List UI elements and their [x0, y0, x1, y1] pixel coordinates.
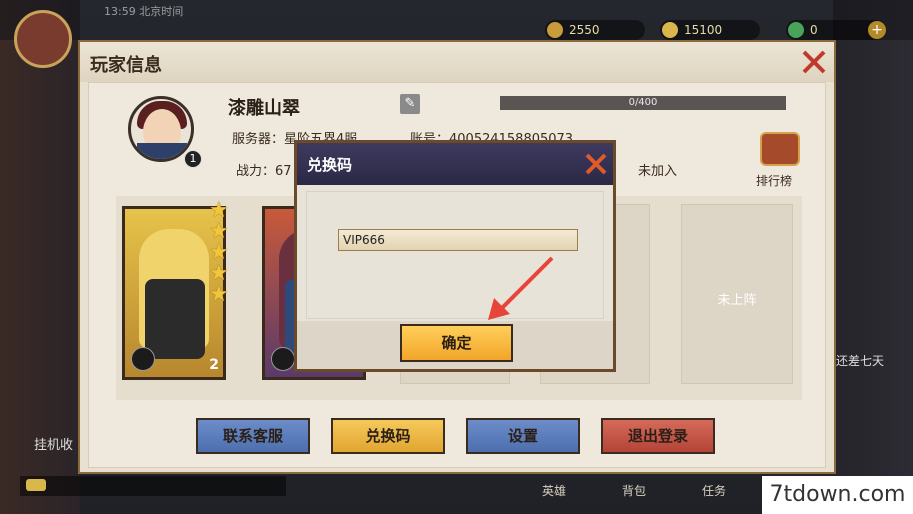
logout-button[interactable]: 退出登录 — [601, 418, 715, 454]
exp-text: 0/400 — [628, 97, 658, 108]
power-info: 战力：67 — [236, 160, 292, 179]
dialog-header: 兑换码 — [297, 143, 613, 185]
element-icon — [131, 347, 155, 371]
lineup-slot-5[interactable]: 未上阵 — [681, 204, 793, 384]
chat-icon — [26, 479, 46, 491]
background-right-scene — [833, 0, 913, 514]
exp-bar: 0/400 — [500, 96, 786, 110]
resource-gold: 15100 — [660, 20, 760, 40]
watermark: 7tdown.com — [762, 476, 913, 514]
idle-reward-label[interactable]: 挂机收 — [34, 434, 73, 453]
star-rating: ★ ★ ★ ★ ★ — [209, 198, 233, 307]
player-avatar[interactable] — [128, 96, 194, 162]
nav-bag[interactable]: 背包 — [622, 482, 646, 499]
top-avatar[interactable] — [14, 10, 72, 68]
chat-bar[interactable] — [20, 476, 286, 496]
star-icon: ★ — [209, 198, 229, 223]
edit-name-icon[interactable]: ✎ — [400, 94, 420, 114]
hero-count: 2 — [209, 357, 219, 373]
star-icon: ★ — [209, 240, 229, 265]
nav-task[interactable]: 任务 — [702, 482, 726, 499]
add-currency-button[interactable]: + — [868, 21, 886, 39]
power-value: 67 — [275, 164, 292, 179]
panel-title: 玩家信息 — [90, 55, 162, 76]
dialog-body — [306, 191, 604, 319]
star-icon: ★ — [209, 282, 229, 307]
slot-empty-label: 未上阵 — [717, 293, 757, 308]
settings-button[interactable]: 设置 — [466, 418, 580, 454]
element-icon — [271, 347, 295, 371]
server-label: 服务器： — [232, 132, 285, 147]
player-level-badge: 1 — [184, 150, 202, 168]
player-name: 漆雕山翠 — [228, 98, 300, 119]
ranking-label: 排行榜 — [756, 174, 793, 188]
coin-icon — [547, 22, 563, 38]
ranking-icon — [760, 132, 800, 166]
star-icon: ★ — [209, 261, 229, 286]
close-icon[interactable] — [583, 151, 609, 177]
ranking-button[interactable]: 排行榜 — [752, 132, 808, 188]
dialog-title: 兑换码 — [307, 156, 353, 174]
confirm-button[interactable]: 确定 — [400, 324, 513, 362]
resource-coins-value: 2550 — [569, 23, 600, 37]
resource-gem-value: 0 — [810, 23, 818, 37]
guild-value: 未加入 — [638, 164, 678, 179]
hero-body — [145, 279, 205, 359]
panel-header: 玩家信息 — [80, 42, 834, 82]
gem-icon — [788, 22, 804, 38]
clock-text: 13:59 北京时间 — [104, 5, 184, 18]
redeem-code-button[interactable]: 兑换码 — [331, 418, 445, 454]
nav-hero[interactable]: 英雄 — [542, 482, 566, 499]
resource-gold-value: 15100 — [684, 23, 723, 37]
contact-support-button[interactable]: 联系客服 — [196, 418, 310, 454]
redeem-code-input[interactable]: VIP666 — [338, 229, 578, 251]
close-icon[interactable] — [800, 48, 828, 76]
power-label: 战力： — [236, 164, 276, 179]
star-icon: ★ — [209, 219, 229, 244]
gold-icon — [662, 22, 678, 38]
pointer-arrow-icon — [488, 256, 554, 320]
resource-coins: 2550 — [545, 20, 645, 40]
event-label[interactable]: 还差七天 — [836, 352, 884, 369]
